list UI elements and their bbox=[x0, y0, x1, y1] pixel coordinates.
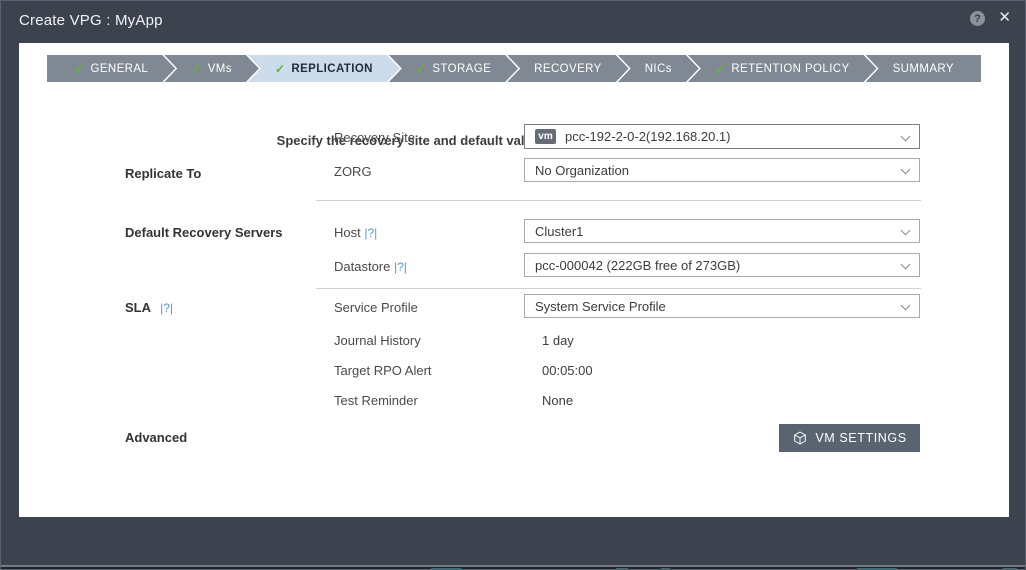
journal-history-label: Journal History bbox=[334, 333, 421, 348]
test-reminder-label: Test Reminder bbox=[334, 393, 418, 408]
zorg-value: No Organization bbox=[535, 163, 629, 178]
recovery-site-dropdown[interactable]: vm pcc-192-2-0-2(192.168.20.1) bbox=[524, 124, 920, 149]
target-rpo-label: Target RPO Alert bbox=[334, 363, 432, 378]
vm-site-icon: vm bbox=[535, 129, 556, 144]
wizard-step-label: VMs bbox=[208, 63, 232, 75]
service-profile-label: Service Profile bbox=[334, 300, 418, 315]
cube-icon bbox=[792, 430, 808, 446]
section-divider bbox=[316, 288, 921, 289]
dialog-footer: CANCEL PREVIOUS NEXT DONE bbox=[1, 517, 1025, 567]
host-label-text: Host bbox=[334, 225, 361, 240]
check-icon: ✓ bbox=[275, 62, 285, 76]
journal-history-value: 1 day bbox=[542, 333, 574, 348]
datastore-dropdown[interactable]: pcc-000042 (222GB free of 273GB) bbox=[524, 253, 920, 277]
chevron-down-icon bbox=[901, 301, 911, 311]
wizard-step-nics[interactable]: NICs bbox=[618, 55, 699, 82]
wizard-step-label: REPLICATION bbox=[291, 63, 373, 75]
chevron-down-icon bbox=[901, 226, 911, 236]
datastore-value: pcc-000042 (222GB free of 273GB) bbox=[535, 258, 740, 273]
recovery-site-label: Recovery Site bbox=[334, 130, 415, 145]
wizard-step-label: STORAGE bbox=[432, 63, 491, 75]
wizard-step-label: GENERAL bbox=[90, 63, 148, 75]
dialog-titlebar: Create VPG : MyApp ? ✕ bbox=[1, 1, 1025, 43]
sla-label-text: SLA bbox=[125, 300, 151, 315]
datastore-help-link[interactable]: |?| bbox=[394, 260, 407, 274]
check-icon: ✓ bbox=[416, 62, 426, 76]
wizard-step-general[interactable]: ✓ GENERAL bbox=[47, 55, 175, 82]
check-icon: ✓ bbox=[191, 62, 201, 76]
check-icon: ✓ bbox=[715, 62, 725, 76]
help-icon[interactable]: ? bbox=[970, 11, 985, 26]
check-icon: ✓ bbox=[74, 62, 84, 76]
wizard-step-storage[interactable]: ✓ STORAGE bbox=[389, 55, 518, 82]
close-icon[interactable]: ✕ bbox=[998, 10, 1011, 26]
sla-help-link[interactable]: |?| bbox=[160, 301, 173, 315]
wizard-step-label: NICs bbox=[645, 63, 672, 75]
service-profile-dropdown[interactable]: System Service Profile bbox=[524, 294, 920, 318]
test-reminder-value: None bbox=[542, 393, 573, 408]
chevron-down-icon bbox=[901, 132, 911, 142]
datastore-label: Datastore |?| bbox=[334, 259, 407, 274]
section-sla: SLA |?| bbox=[125, 300, 173, 315]
vm-settings-button[interactable]: VM SETTINGS bbox=[779, 424, 920, 452]
section-replicate-to: Replicate To bbox=[125, 166, 201, 181]
wizard-step-recovery[interactable]: RECOVERY bbox=[507, 55, 629, 82]
dialog-content: ✓ GENERAL ✓ VMs ✓ REPLICATION ✓ STORAGE RECOVERY… bbox=[19, 43, 1009, 517]
wizard-step-summary[interactable]: SUMMARY bbox=[866, 55, 981, 82]
chevron-down-icon bbox=[901, 165, 911, 175]
host-dropdown[interactable]: Cluster1 bbox=[524, 219, 920, 243]
zorg-dropdown[interactable]: No Organization bbox=[524, 158, 920, 182]
section-advanced: Advanced bbox=[125, 430, 187, 445]
section-divider bbox=[316, 200, 921, 201]
service-profile-value: System Service Profile bbox=[535, 299, 666, 314]
vm-settings-label: VM SETTINGS bbox=[815, 431, 906, 445]
chevron-down-icon bbox=[901, 260, 911, 270]
zorg-label: ZORG bbox=[334, 164, 372, 179]
wizard-step-label: SUMMARY bbox=[893, 63, 954, 75]
create-vpg-dialog: Create VPG : MyApp ? ✕ ✓ GENERAL ✓ VMs ✓ REPL… bbox=[0, 0, 1026, 570]
host-help-link[interactable]: |?| bbox=[364, 226, 377, 240]
dialog-title: Create VPG : MyApp bbox=[19, 12, 163, 29]
wizard-step-vms[interactable]: ✓ VMs bbox=[164, 55, 259, 82]
host-value: Cluster1 bbox=[535, 224, 583, 239]
wizard-step-label: RECOVERY bbox=[534, 63, 602, 75]
wizard-step-label: RETENTION POLICY bbox=[731, 63, 849, 75]
wizard-steps: ✓ GENERAL ✓ VMs ✓ REPLICATION ✓ STORAGE RECOVERY… bbox=[47, 55, 981, 82]
wizard-step-retention-policy[interactable]: ✓ RETENTION POLICY bbox=[688, 55, 877, 82]
recovery-site-value: pcc-192-2-0-2(192.168.20.1) bbox=[565, 129, 731, 144]
wizard-step-replication[interactable]: ✓ REPLICATION bbox=[248, 55, 400, 82]
datastore-label-text: Datastore bbox=[334, 259, 390, 274]
target-rpo-value: 00:05:00 bbox=[542, 363, 593, 378]
host-label: Host |?| bbox=[334, 225, 377, 240]
section-default-recovery-servers: Default Recovery Servers bbox=[125, 225, 283, 240]
